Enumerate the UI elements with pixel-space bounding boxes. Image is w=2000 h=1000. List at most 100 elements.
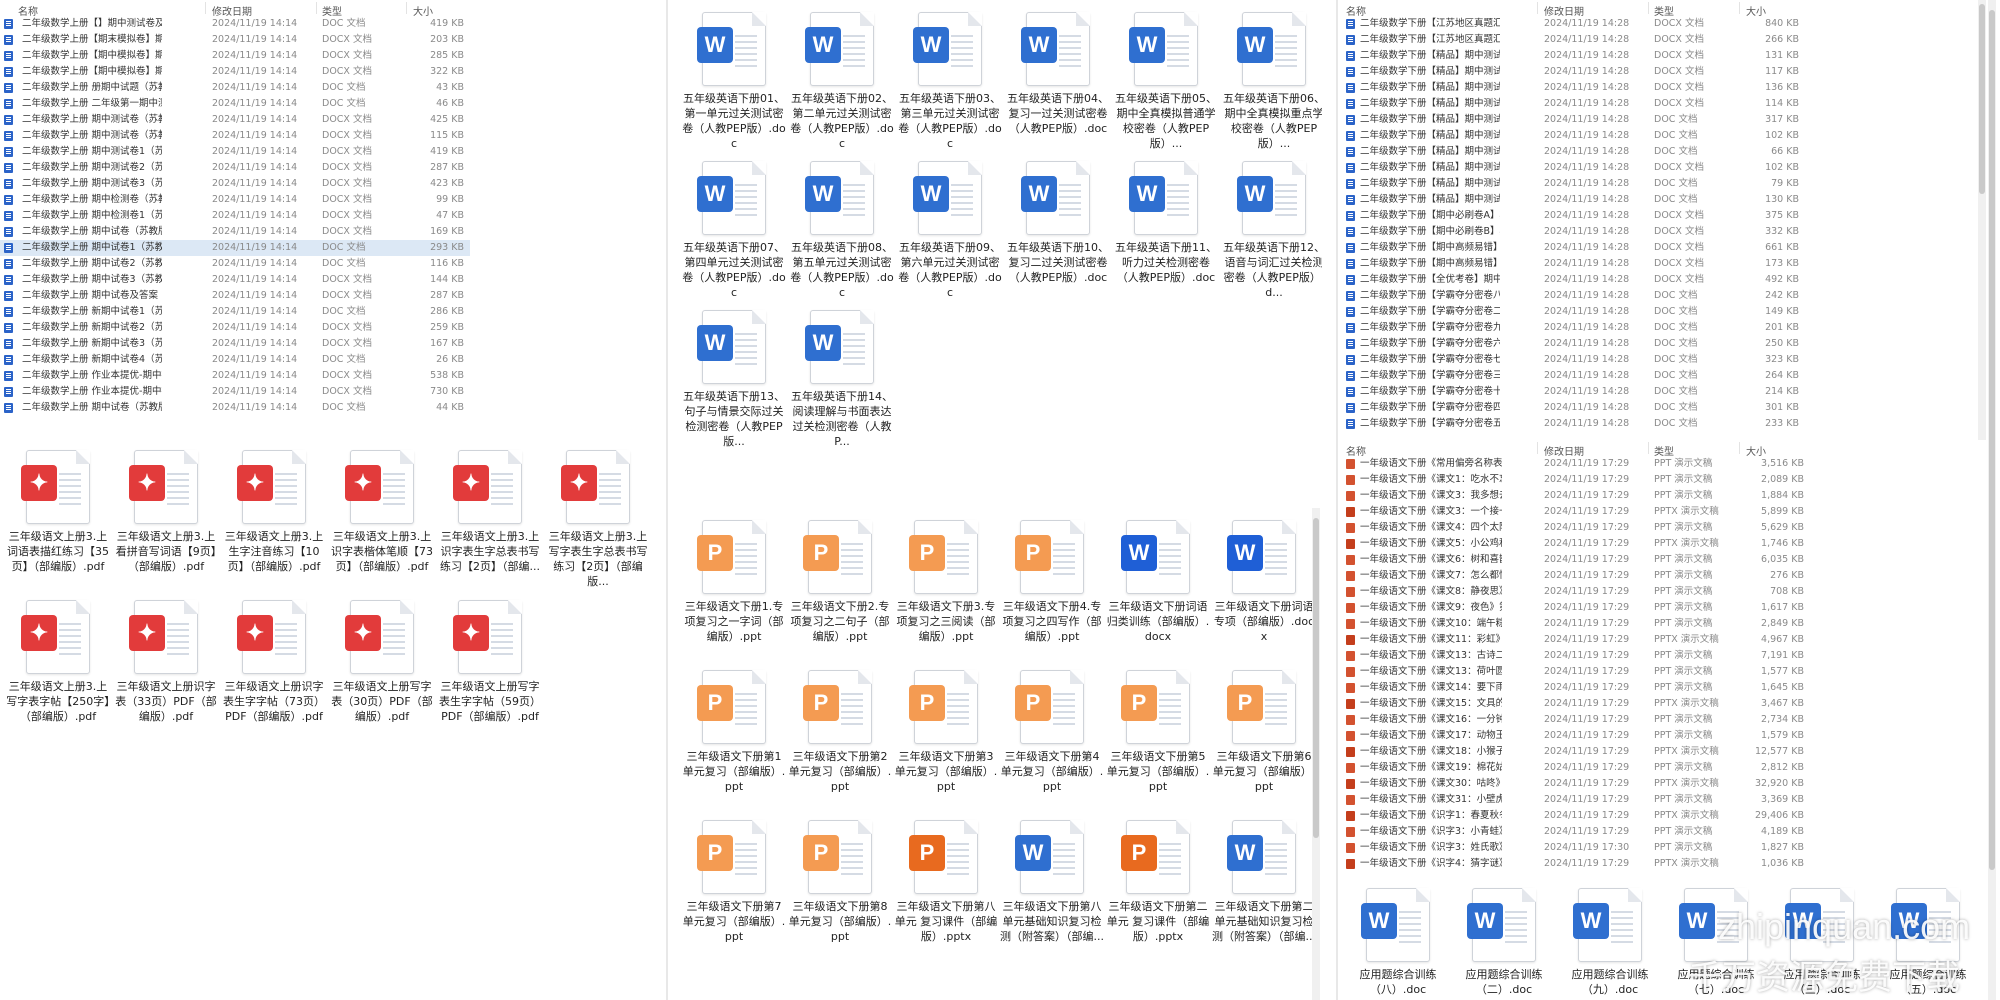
file-tile[interactable]: ✦ 三年级语文上册写字表（30页）PDF（部编版）.pdf xyxy=(330,600,434,724)
list-item[interactable]: 一年级语文下册《识字3：姓氏歌》第...2024/11/19 17:30PPT … xyxy=(1342,840,1990,856)
file-tile[interactable]: W 应用题综合训练（九）.doc xyxy=(1558,888,1662,997)
list-item[interactable]: 二年级数学下册【学霸夺分密卷七】期... 2024/11/19 14:28 DOC … xyxy=(1342,352,1990,368)
scrollbar[interactable] xyxy=(1312,508,1320,1000)
file-tile[interactable]: P 三年级语文下册第6单元复习（部编版）.ppt xyxy=(1212,670,1316,794)
file-tile[interactable]: W 五年级英语下册09、第六单元过关测试密卷（人教PEP版）.doc xyxy=(898,161,1002,300)
list-item[interactable]: 二年级数学下册【精品】期中测试题（... 2024/11/19 14:28 DOC … xyxy=(1342,128,1990,144)
list-item[interactable]: 二年级数学下册【学霸夺分密卷四】期... 2024/11/19 14:28 DOC … xyxy=(1342,400,1990,416)
file-tile[interactable]: W 五年级英语下册03、第三单元过关测试密卷（人教PEP版）.doc xyxy=(898,12,1002,151)
file-tile[interactable]: P 三年级语文下册第八单元 复习课件（部编版）.pptx xyxy=(894,820,998,944)
list-item[interactable]: 一年级语文下册《课文15：文具的家》...2024/11/19 17:29PPT… xyxy=(1342,696,1990,712)
list-item[interactable]: 二年级数学下册【精品】期中测试题（... 2024/11/19 14:28 DOC … xyxy=(1342,112,1990,128)
list-item[interactable]: 二年级数学下册【学霸夺分密卷九】期... 2024/11/19 14:28 DOC … xyxy=(1342,320,1990,336)
list-item[interactable]: 二年级数学下册【学霸夺分密卷三】期... 2024/11/19 14:28 DOC … xyxy=(1342,368,1990,384)
file-tile[interactable]: ✦ 三年级语文上册写字表生字字帖（59页）PDF（部编版）.pdf xyxy=(438,600,542,724)
file-tile[interactable]: P 三年级语文下册第2单元复习（部编版）.ppt xyxy=(788,670,892,794)
file-tile[interactable]: P 三年级语文下册第7单元复习（部编版）.ppt xyxy=(682,820,786,944)
file-tile[interactable]: W 五年级英语下册05、期中全真模拟普通学校密卷（人教PEP版）... xyxy=(1114,12,1218,151)
list-item[interactable]: 二年级数学上册【期中模拟卷】期中... 2024/11/19 14:14 DOCX … xyxy=(0,48,470,64)
file-tile[interactable]: W 五年级英语下册13、句子与情景交际过关检测密卷（人教PEP版... xyxy=(682,310,786,449)
list-item[interactable]: 二年级数学上册 册期中试题（苏教版... 2024/11/19 14:14 DOC … xyxy=(0,80,470,96)
list-item[interactable]: 二年级数学下册【精品】期中测试题（... 2024/11/19 14:28 DOC … xyxy=(1342,192,1990,208)
list-item[interactable]: 一年级语文下册《课文30：咕咚》第3...2024/11/19 17:29PPT… xyxy=(1342,776,1990,792)
list-item[interactable]: 一年级语文下册《课文14：要下雨了》...2024/11/19 17:29PPT… xyxy=(1342,680,1990,696)
file-tile[interactable]: W 五年级英语下册02、第二单元过关测试密卷（人教PEP版）.doc xyxy=(790,12,894,151)
list-item[interactable]: 一年级语文下册《课文13：古诗二首...2024/11/19 17:29PPT … xyxy=(1342,648,1990,664)
file-tile[interactable]: W 三年级语文下册第二单元基础知识复习检测（附答案）（部编... xyxy=(1212,820,1316,944)
file-tile[interactable]: ✦ 三年级语文上册3.上写字表生字总表书写练习【2页】（部编版... xyxy=(546,450,650,589)
list-item[interactable]: 二年级数学下册【江苏地区真题汇编】... 2024/11/19 14:28 DOCX… xyxy=(1342,32,1990,48)
list-item[interactable]: 二年级数学下册【学霸夺分密卷五】期... 2024/11/19 14:28 DOC … xyxy=(1342,416,1990,432)
list-item[interactable]: 二年级数学下册【精品】期中测试卷（... 2024/11/19 14:28 DOCX… xyxy=(1342,80,1990,96)
file-tile[interactable]: P 三年级语文下册第3单元复习（部编版）.ppt xyxy=(894,670,998,794)
scrollbar-thumb[interactable] xyxy=(1989,10,1995,870)
list-item[interactable]: 二年级数学上册 期中测试卷3（苏教版... 2024/11/19 14:14 DOC… xyxy=(0,176,470,192)
list-item[interactable]: 二年级数学上册 期中试卷1（苏教版）... 2024/11/19 14:14 DOC… xyxy=(0,240,470,256)
file-tile[interactable]: W 三年级语文下册词语归类训练（部编版）.docx xyxy=(1106,520,1210,644)
file-tile[interactable]: W 五年级英语下册14、阅读理解与书面表达过关检测密卷（人教P... xyxy=(790,310,894,449)
list-item[interactable]: 一年级语文下册《课文9：夜色》第3...2024/11/19 17:29PPT … xyxy=(1342,600,1990,616)
list-item[interactable]: 一年级语文下册《识字1：春夏秋冬》...2024/11/19 17:29PPTX… xyxy=(1342,808,1990,824)
file-tile[interactable]: ✦ 三年级语文上册3.上生字注音练习【10页】（部编版）.pdf xyxy=(222,450,326,574)
list-item[interactable]: 一年级语文下册《课文16：一分钟》...2024/11/19 17:29PPT … xyxy=(1342,712,1990,728)
list-item[interactable]: 二年级数学下册【江苏地区真题汇编】... 2024/11/19 14:28 DOCX… xyxy=(1342,16,1990,32)
file-tile[interactable]: W 应用题综合训练（八）.doc xyxy=(1346,888,1450,997)
scrollbar-thumb[interactable] xyxy=(1979,4,1985,194)
list-item[interactable]: 二年级数学上册【期末模拟卷】期中... 2024/11/19 14:14 DOCX … xyxy=(0,32,470,48)
file-tile[interactable]: W 五年级英语下册11、听力过关检测密卷（人教PEP版）.doc xyxy=(1114,161,1218,285)
scrollbar[interactable] xyxy=(1988,0,1996,1000)
list-item[interactable]: 二年级数学下册【精品】期中测试题（... 2024/11/19 14:28 DOCX… xyxy=(1342,160,1990,176)
list-item[interactable]: 二年级数学下册【精品】期中测试卷（... 2024/11/19 14:28 DOCX… xyxy=(1342,64,1990,80)
list-item[interactable]: 二年级数学下册【学霸夺分密卷六】期... 2024/11/19 14:28 DOC … xyxy=(1342,336,1990,352)
scrollbar[interactable] xyxy=(1978,0,1986,440)
list-item[interactable]: 二年级数学上册【】期中测试卷及答... 2024/11/19 14:14 DOC 文… xyxy=(0,16,470,32)
list-item[interactable]: 一年级语文下册《课文8：静夜思》第...2024/11/19 17:29PPT … xyxy=(1342,584,1990,600)
list-item[interactable]: 二年级数学下册【学霸夺分密卷十】期... 2024/11/19 14:28 DOC … xyxy=(1342,384,1990,400)
list-item[interactable]: 一年级语文下册《课文31：小壁虎借尾...2024/11/19 17:29PPT… xyxy=(1342,792,1990,808)
list-item[interactable]: 二年级数学上册 新期中试卷3（苏教版... 2024/11/19 14:14 DOC… xyxy=(0,336,470,352)
list-item[interactable]: 二年级数学上册 期中试卷3（苏教版）... 2024/11/19 14:14 DOC… xyxy=(0,272,470,288)
file-tile[interactable]: ✦ 三年级语文上册3.上识字表楷体笔顺【73页】（部编版）.pdf xyxy=(330,450,434,574)
list-item[interactable]: 二年级数学下册【期中高频易错】期中... 2024/11/19 14:28 DOCX… xyxy=(1342,256,1990,272)
list-item[interactable]: 二年级数学上册 二年级第一期中测试... 2024/11/19 14:14 DOC … xyxy=(0,96,470,112)
file-tile[interactable]: ✦ 三年级语文上册3.上词语表描红练习【35页】（部编版）.pdf xyxy=(6,450,110,574)
file-tile[interactable]: P 三年级语文下册2.专项复习之二句子（部编版）.ppt xyxy=(788,520,892,644)
list-item[interactable]: 一年级语文下册《课文6：树和喜鹊》...2024/11/19 17:29PPT … xyxy=(1342,552,1990,568)
file-tile[interactable]: W 五年级英语下册06、期中全真模拟重点学校密卷（人教PEP版）... xyxy=(1222,12,1322,151)
list-item[interactable]: 一年级语文下册《常用偏旁名称表》第...2024/11/19 17:29PPT … xyxy=(1342,456,1990,472)
list-item[interactable]: 一年级语文下册《识字3：小青蛙》第...2024/11/19 17:29PPT … xyxy=(1342,824,1990,840)
file-tile[interactable]: P 三年级语文下册3.专项复习之三阅读（部编版）.ppt xyxy=(894,520,998,644)
file-tile[interactable]: ✦ 三年级语文上册3.上看拼音写词语【9页】（部编版）.pdf xyxy=(114,450,218,574)
list-item[interactable]: 二年级数学下册【期中必刷卷B】期中... 2024/11/19 14:28 DOCX… xyxy=(1342,224,1990,240)
list-item[interactable]: 一年级语文下册《识字4：猜字谜》第...2024/11/19 17:29PPTX… xyxy=(1342,856,1990,872)
list-item[interactable]: 二年级数学上册 作业本提优-期中提优... 2024/11/19 14:14 DOC… xyxy=(0,384,470,400)
list-item[interactable]: 一年级语文下册《课文5：小公鸡和小...2024/11/19 17:29PPTX… xyxy=(1342,536,1990,552)
file-tile[interactable]: P 三年级语文下册第二单元 复习课件（部编版）.pptx xyxy=(1106,820,1210,944)
list-item[interactable]: 二年级数学上册 期中试卷（苏教版）... 2024/11/19 14:14 DOCX… xyxy=(0,224,470,240)
list-item[interactable]: 二年级数学上册 作业本提优-期中提优... 2024/11/19 14:14 DOC… xyxy=(0,368,470,384)
list-item[interactable]: 二年级数学上册 新期中试卷4（苏教版... 2024/11/19 14:14 DOC… xyxy=(0,352,470,368)
file-tile[interactable]: W 五年级英语下册12、语音与词汇过关检测密卷（人教PEP版）.d... xyxy=(1222,161,1322,300)
list-item[interactable]: 一年级语文下册《课文18：小猴子下山...2024/11/19 17:29PPT… xyxy=(1342,744,1990,760)
list-item[interactable]: 二年级数学下册【精品】期中测试题（... 2024/11/19 14:28 DOC … xyxy=(1342,144,1990,160)
list-item[interactable]: 一年级语文下册《课文3：我多想去看...2024/11/19 17:29PPT … xyxy=(1342,488,1990,504)
list-item[interactable]: 二年级数学上册 期中试卷（苏教版）.doc 2024/11/19 14:14 DOC… xyxy=(0,400,470,416)
file-tile[interactable]: W 三年级语文下册词语专项（部编版）.docx xyxy=(1212,520,1316,644)
list-item[interactable]: 二年级数学下册【学霸夺分密卷二】期... 2024/11/19 14:28 DOC … xyxy=(1342,304,1990,320)
list-item[interactable]: 一年级语文下册《课文17：动物王国开...2024/11/19 17:29PPT… xyxy=(1342,728,1990,744)
list-item[interactable]: 一年级语文下册《课文10：端午粽》...2024/11/19 17:29PPT … xyxy=(1342,616,1990,632)
list-item[interactable]: 一年级语文下册《课文13：荷叶圆圆》...2024/11/19 17:29PPT… xyxy=(1342,664,1990,680)
scrollbar-thumb[interactable] xyxy=(1313,518,1319,838)
list-item[interactable]: 一年级语文下册《课文1：吃水不忘挖...2024/11/19 17:29PPT … xyxy=(1342,472,1990,488)
list-item[interactable]: 一年级语文下册《课文4：四个太阳》...2024/11/19 17:29PPT … xyxy=(1342,520,1990,536)
file-tile[interactable]: P 三年级语文下册第8单元复习（部编版）.ppt xyxy=(788,820,892,944)
list-item[interactable]: 二年级数学下册【精品】期中测试卷（... 2024/11/19 14:28 DOCX… xyxy=(1342,48,1990,64)
list-item[interactable]: 二年级数学下册【期中必刷卷A】期中... 2024/11/19 14:28 DOCX… xyxy=(1342,208,1990,224)
file-tile[interactable]: P 三年级语文下册4.专项复习之四写作（部编版）.ppt xyxy=(1000,520,1104,644)
file-tile[interactable]: ✦ 三年级语文上册识字表生字字帖（73页）PDF（部编版）.pdf xyxy=(222,600,326,724)
list-item[interactable]: 二年级数学上册 期中试卷及答案（苏... 2024/11/19 14:14 DOCX… xyxy=(0,288,470,304)
list-item[interactable]: 二年级数学上册【期中模拟卷】期中... 2024/11/19 14:14 DOCX … xyxy=(0,64,470,80)
list-item[interactable]: 二年级数学上册 期中测试卷（苏教版... 2024/11/19 14:14 DOCX… xyxy=(0,112,470,128)
list-item[interactable]: 二年级数学上册 新期中试卷2（苏教版... 2024/11/19 14:14 DOC… xyxy=(0,320,470,336)
list-item[interactable]: 一年级语文下册《课文11：彩虹》第3...2024/11/19 17:29PPT… xyxy=(1342,632,1990,648)
